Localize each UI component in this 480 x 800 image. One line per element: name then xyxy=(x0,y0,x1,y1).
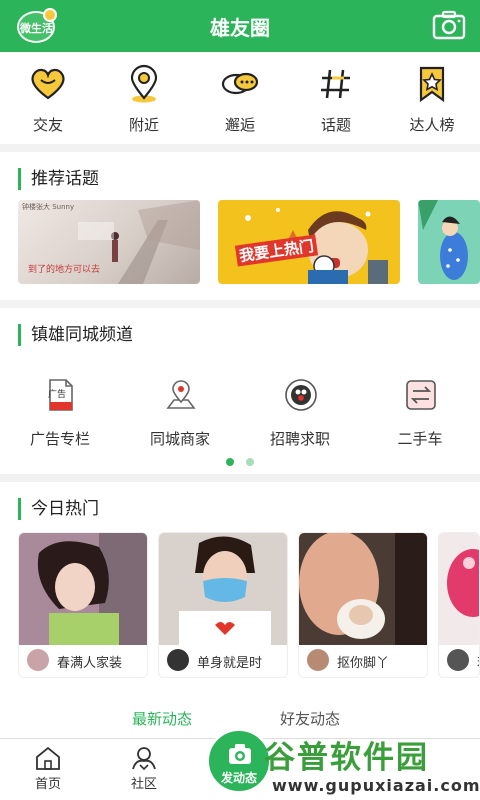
ad-icon-text: 广告 xyxy=(48,390,67,400)
recommended-topics-section: 推荐话题 钟楼张大 Sunny 到了的地方可以去 我要上热门 xyxy=(0,152,480,300)
hot-post-card[interactable]: 若 xyxy=(438,532,480,678)
nav-item-encounter[interactable]: 邂逅 xyxy=(192,52,288,144)
channel-label: 同城商家 xyxy=(149,430,210,448)
channel-item-used-cars[interactable]: 二手车 xyxy=(360,378,480,458)
topic-overlay-text: 到了的地方可以去 xyxy=(28,265,101,275)
home-icon xyxy=(36,746,60,770)
nav-label: 话题 xyxy=(320,116,351,134)
channel-label: 招聘求职 xyxy=(269,430,330,448)
nav-item-topics[interactable]: 话题 xyxy=(288,52,384,144)
camera-button[interactable] xyxy=(432,10,466,40)
post-update-button[interactable]: 发动态 xyxy=(206,728,272,794)
post-author-name: 春满人家装 xyxy=(57,656,123,671)
avatar[interactable] xyxy=(307,649,329,671)
tab-latest[interactable]: 最新动态 xyxy=(132,708,192,729)
bottom-nav-home[interactable]: 首页 xyxy=(18,739,78,800)
app-header: 微生活 雄友圈 xyxy=(0,0,480,52)
nav-item-dating[interactable]: 交友 xyxy=(0,52,96,144)
page-title: 雄友圈 xyxy=(210,16,270,40)
nav-label: 交友 xyxy=(32,116,63,134)
chat-bubbles-icon xyxy=(221,72,259,95)
avatar[interactable] xyxy=(27,649,49,671)
recruit-icon xyxy=(285,379,317,411)
post-photo xyxy=(299,533,427,645)
hot-post-card[interactable]: 抠你脚丫 xyxy=(298,532,428,678)
topic-caption: 钟楼张大 Sunny xyxy=(22,203,75,211)
map-pin-icon xyxy=(166,380,196,409)
watermark-url: www.gupuxiazai.com xyxy=(272,776,480,795)
topic-card[interactable] xyxy=(418,200,480,284)
nav-label: 邂逅 xyxy=(224,116,255,134)
post-photo xyxy=(439,533,479,645)
pagination-dots xyxy=(222,458,262,468)
bottom-nav-label: 社区 xyxy=(130,777,157,792)
topic-image xyxy=(418,200,468,280)
todays-hot-section: 今日热门 春满人家装 单身就是时 抠你脚丫 xyxy=(0,482,480,738)
location-pin-icon xyxy=(130,64,158,103)
local-channel-section: 镇雄同城频道 广告 广告专栏 同城商家 招聘求职 二手车 xyxy=(0,308,480,474)
channel-item-jobs[interactable]: 招聘求职 xyxy=(240,378,360,458)
hot-post-card[interactable]: 单身就是时 xyxy=(158,532,288,678)
section-title: 镇雄同城频道 xyxy=(18,324,133,346)
camera-icon xyxy=(229,744,251,764)
avatar[interactable] xyxy=(447,649,469,671)
tab-friends[interactable]: 好友动态 xyxy=(280,708,340,729)
nav-label: 达人榜 xyxy=(409,116,455,134)
community-icon xyxy=(132,747,156,771)
channel-item-ads[interactable]: 广告 广告专栏 xyxy=(0,378,120,458)
topic-card[interactable]: 钟楼张大 Sunny 到了的地方可以去 xyxy=(18,200,200,284)
site-watermark: 谷普软件园 www.gupuxiazai.com xyxy=(264,732,480,798)
channel-item-merchants[interactable]: 同城商家 xyxy=(120,378,240,458)
post-photo xyxy=(159,533,287,645)
nav-item-nearby[interactable]: 附近 xyxy=(96,52,192,144)
watermark-title: 谷普软件园 xyxy=(264,740,429,776)
channel-label: 二手车 xyxy=(397,430,443,448)
hashtag-icon xyxy=(321,69,350,99)
section-title: 今日热门 xyxy=(18,498,99,520)
bottom-nav-community[interactable]: 社区 xyxy=(114,739,174,800)
quick-nav: 交友 附近 邂逅 话题 达人榜 xyxy=(0,52,480,144)
topic-card[interactable]: 我要上热门 xyxy=(218,200,400,284)
section-title: 推荐话题 xyxy=(18,168,99,190)
post-button-label: 发动态 xyxy=(220,771,257,785)
post-author-name: 抠你脚丫 xyxy=(337,656,390,671)
post-photo xyxy=(19,533,147,645)
page-dot[interactable] xyxy=(246,458,254,466)
post-author-name: 单身就是时 xyxy=(197,656,263,671)
bottom-nav-label: 首页 xyxy=(34,777,61,792)
camera-icon xyxy=(432,10,466,40)
channel-label: 广告专栏 xyxy=(29,430,90,448)
nav-label: 附近 xyxy=(128,116,159,134)
avatar[interactable] xyxy=(167,649,189,671)
nav-item-ranking[interactable]: 达人榜 xyxy=(384,52,480,144)
heart-icon xyxy=(31,68,65,100)
exchange-icon xyxy=(406,380,436,410)
page-dot-active[interactable] xyxy=(226,458,234,466)
hot-post-card[interactable]: 春满人家装 xyxy=(18,532,148,678)
star-bookmark-icon xyxy=(419,66,445,103)
